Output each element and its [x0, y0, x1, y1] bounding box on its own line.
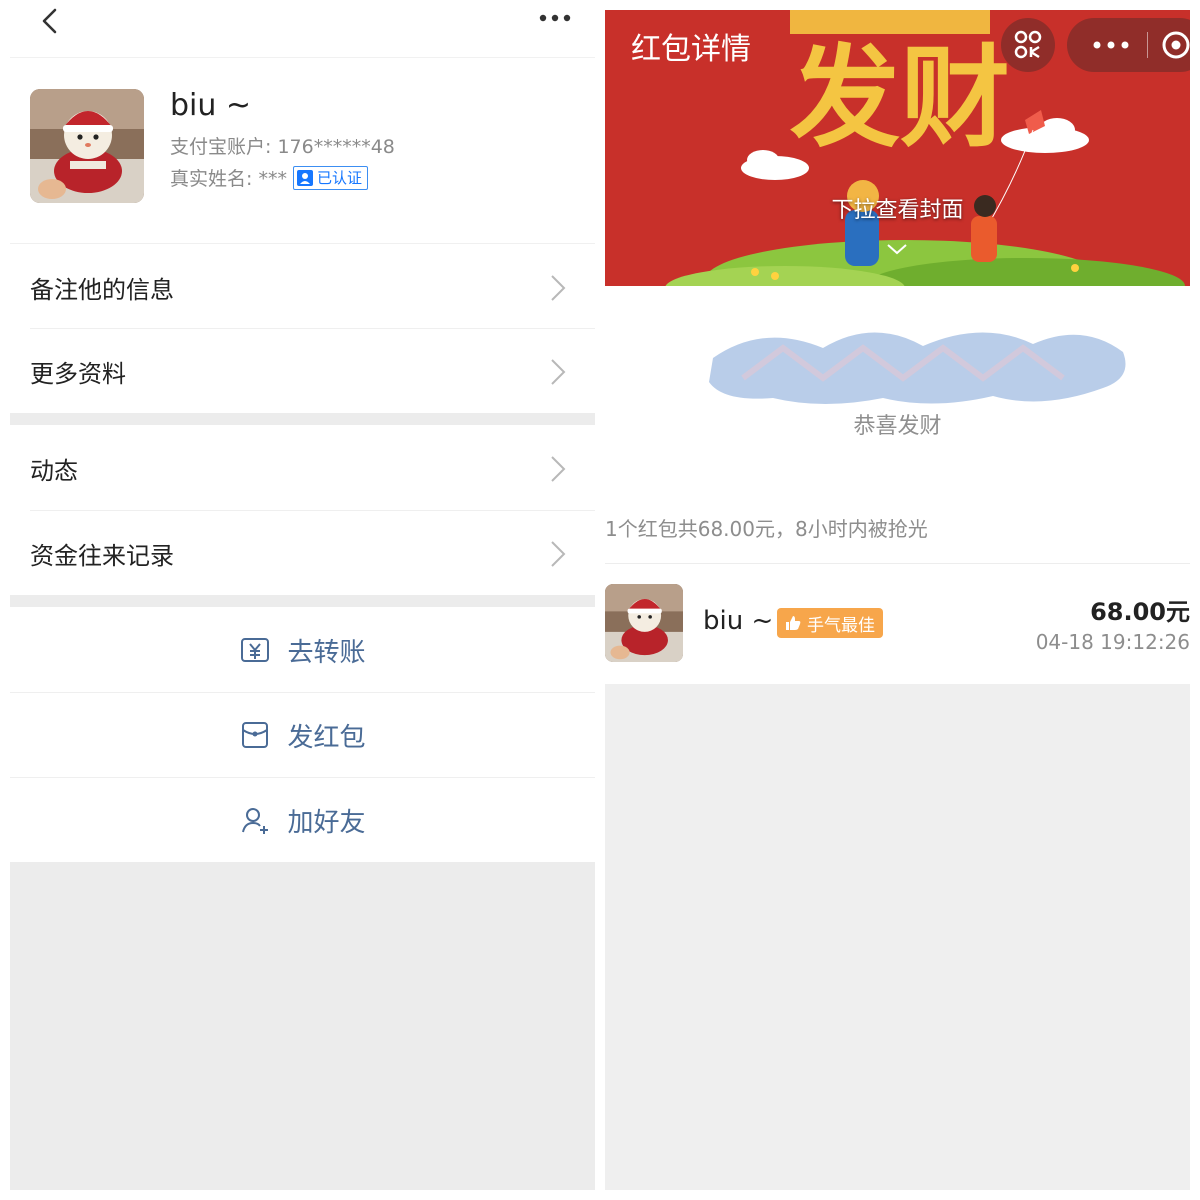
received-time: 04-18 19:12:26 [1035, 630, 1190, 654]
qr-code-icon [1014, 30, 1042, 59]
empty-area [605, 684, 1190, 1190]
badge-label: 手气最佳 [807, 615, 875, 636]
add-friend-icon [242, 808, 269, 834]
empty-area [10, 862, 595, 1190]
row-more-profile[interactable]: 更多资料 [10, 329, 595, 413]
row-label: 更多资料 [30, 359, 126, 388]
row-fund-records[interactable]: 资金往来记录 [10, 511, 595, 595]
page-title: 红包详情 [631, 32, 751, 67]
avatar[interactable] [30, 89, 144, 203]
cover-banner[interactable]: 发财 红包详情 下拉查看封面 [605, 10, 1190, 286]
real-name-row: 真实姓名: *** 已认证 [170, 164, 368, 191]
more-dots-icon[interactable] [1083, 18, 1143, 72]
avatar[interactable] [605, 584, 683, 662]
row-label: 备注他的信息 [30, 275, 174, 304]
chevron-right-icon [551, 359, 566, 385]
red-envelope-icon [242, 722, 269, 748]
profile-header [10, 0, 595, 58]
received-amount: 68.00元 [1090, 598, 1190, 626]
chevron-right-icon [551, 275, 566, 301]
row-label: 资金往来记录 [30, 541, 174, 570]
chevron-left-icon[interactable] [36, 6, 66, 36]
row-moments[interactable]: 动态 [10, 426, 595, 510]
verified-user-icon [296, 169, 313, 186]
add-friend-button[interactable]: 加好友 [10, 778, 595, 862]
red-envelope-detail-panel: 发财 红包详情 下拉查看封面 恭喜发财 1个红包共68.00元，8小时内被抢光 … [605, 0, 1190, 1190]
account-number: 支付宝账户: 176******48 [170, 136, 395, 158]
transfer-button[interactable]: 去转账 [10, 608, 595, 692]
recipient-name: biu ~ [703, 606, 774, 636]
profile-panel: biu ~ 支付宝账户: 176******48 真实姓名: *** 已认证 备… [10, 0, 595, 1190]
envelope-summary: 1个红包共68.00元，8小时内被抢光 [605, 517, 928, 541]
list-item[interactable]: biu ~ 手气最佳 68.00元 04-18 19:12:26 [605, 564, 1190, 684]
redacted-sender-name [709, 332, 1126, 404]
action-label: 发红包 [287, 722, 366, 753]
more-dots-icon[interactable] [538, 10, 572, 26]
action-label: 加好友 [287, 807, 366, 838]
section-gap [10, 595, 595, 607]
profile-name: biu ~ [170, 88, 252, 123]
chevron-right-icon [551, 541, 566, 567]
thumbs-up-icon [786, 616, 801, 630]
pull-to-view-cover-hint: 下拉查看封面 [831, 198, 964, 223]
miniapp-capsule [1067, 18, 1190, 72]
profile-card: biu ~ 支付宝账户: 176******48 真实姓名: *** 已认证 [10, 58, 595, 244]
svg-text:发财: 发财 [790, 34, 1010, 162]
action-label: 去转账 [287, 637, 366, 668]
real-name: 真实姓名: *** [170, 168, 287, 190]
verified-badge[interactable]: 已认证 [292, 165, 368, 190]
send-red-envelope-button[interactable]: 发红包 [10, 693, 595, 777]
capsule-separator [1147, 32, 1148, 58]
yuan-transfer-icon [241, 638, 270, 662]
row-label: 动态 [30, 456, 78, 485]
verified-label: 已认证 [316, 169, 362, 187]
greeting-message: 恭喜发财 [853, 414, 942, 439]
chevron-down-icon [887, 244, 907, 255]
section-gap [10, 413, 595, 425]
chevron-right-icon [551, 456, 566, 482]
best-luck-badge: 手气最佳 [777, 608, 883, 638]
qr-code-button[interactable] [1001, 18, 1055, 72]
close-target-icon[interactable] [1161, 30, 1190, 60]
row-remark-info[interactable]: 备注他的信息 [10, 245, 595, 329]
